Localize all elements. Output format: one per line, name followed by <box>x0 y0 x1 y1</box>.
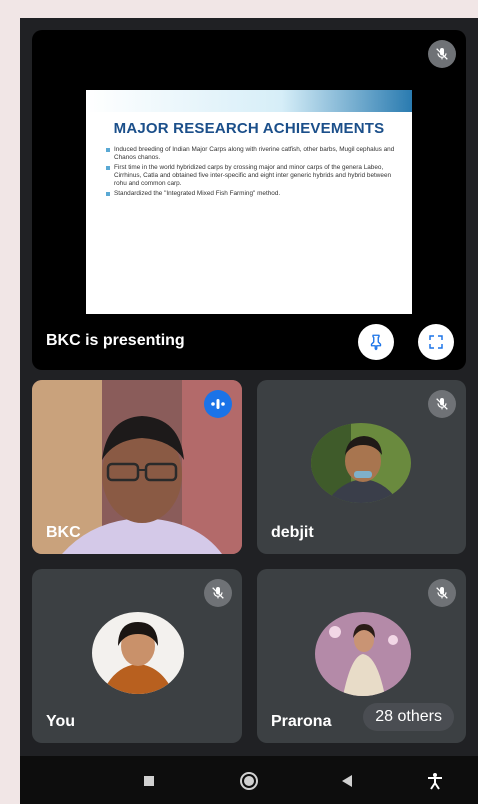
participant-name: You <box>46 713 76 730</box>
slide-title: MAJOR RESEARCH ACHIEVEMENTS <box>113 120 385 137</box>
slide-bullet-list: Induced breeding of Indian Major Carps a… <box>106 146 398 200</box>
avatar <box>92 612 184 694</box>
slide-header-band <box>86 90 412 112</box>
slide-bullet: Induced breeding of Indian Major Carps a… <box>106 146 398 162</box>
fullscreen-button[interactable] <box>418 324 454 360</box>
pin-button[interactable] <box>358 324 394 360</box>
presenting-label: BKC is presenting <box>46 332 185 349</box>
accessibility-icon[interactable] <box>424 770 446 792</box>
participant-tile-bkc[interactable]: BKC <box>32 380 242 554</box>
mic-off-icon <box>428 390 456 418</box>
participant-tile-prarona[interactable]: Prarona 28 others <box>257 569 466 743</box>
participant-name: BKC <box>46 524 81 541</box>
slide-bullet: Standardized the "Integrated Mixed Fish … <box>106 190 398 198</box>
presentation-tile[interactable]: MAJOR RESEARCH ACHIEVEMENTS Induced bree… <box>32 30 466 370</box>
pin-icon <box>370 334 382 351</box>
back-icon[interactable] <box>336 770 358 792</box>
participant-tile-debjit[interactable]: debjit <box>257 380 466 554</box>
others-count-button[interactable]: 28 others <box>363 703 454 731</box>
shared-slide: MAJOR RESEARCH ACHIEVEMENTS Induced bree… <box>86 90 412 314</box>
recents-icon[interactable] <box>138 770 160 792</box>
system-nav-bar <box>20 756 478 804</box>
mic-off-icon <box>204 579 232 607</box>
audio-level-icon <box>204 390 232 418</box>
participant-name: Prarona <box>271 713 332 730</box>
home-icon[interactable] <box>238 770 260 792</box>
fullscreen-icon <box>429 335 443 349</box>
participant-tile-you[interactable]: You <box>32 569 242 743</box>
avatar <box>315 612 411 696</box>
participant-name: debjit <box>271 524 314 541</box>
slide-bullet: First time in the world hybridized carps… <box>106 164 398 188</box>
avatar <box>311 423 411 503</box>
mic-off-icon <box>428 40 456 68</box>
meet-app: MAJOR RESEARCH ACHIEVEMENTS Induced bree… <box>20 18 478 804</box>
mic-off-icon <box>428 579 456 607</box>
